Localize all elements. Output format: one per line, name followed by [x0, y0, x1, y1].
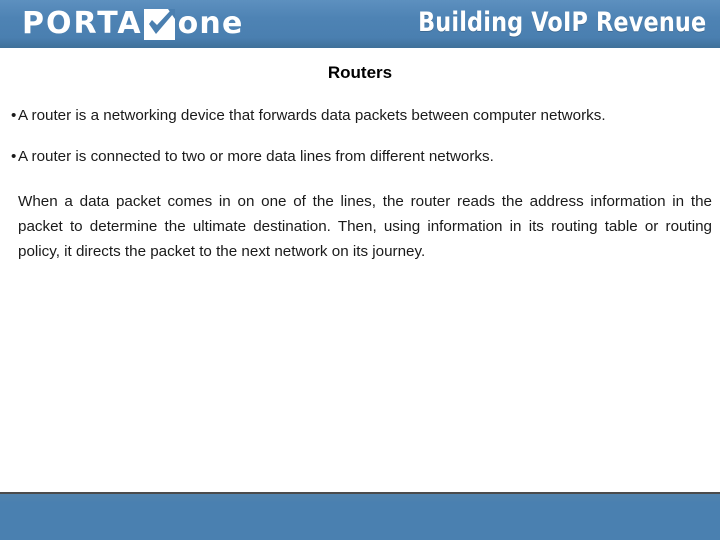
logo-text-porta: PORTA	[22, 6, 143, 41]
slide-content: • A router is a networking device that fo…	[8, 103, 712, 264]
bullet-marker: •	[11, 148, 17, 165]
bullet-paragraph: • A router is connected to two or more da…	[8, 144, 712, 169]
slide-body: Routers • A router is a networking device…	[0, 48, 720, 492]
page-title: Routers	[327, 63, 393, 82]
body-paragraph-text: When a data packet comes in on one of th…	[18, 193, 712, 260]
bullet-paragraph-text: A router is a networking device that for…	[18, 107, 606, 124]
slide-header-band: PORTA one Building VoIP Revenue	[0, 0, 720, 48]
bullet-paragraph-text: A router is connected to two or more dat…	[18, 148, 494, 165]
body-paragraph: When a data packet comes in on one of th…	[8, 189, 712, 264]
bullet-paragraph: • A router is a networking device that fo…	[8, 103, 712, 128]
checkmark-square-icon	[143, 8, 175, 40]
header-tagline: Building VoIP Revenue	[417, 7, 706, 38]
logo-text-one: one	[177, 6, 244, 41]
bullet-marker: •	[11, 107, 17, 124]
slide: PORTA one Building VoIP Revenue Routers …	[0, 0, 720, 540]
portaone-logo: PORTA one	[22, 5, 244, 43]
slide-footer-band	[0, 494, 720, 540]
